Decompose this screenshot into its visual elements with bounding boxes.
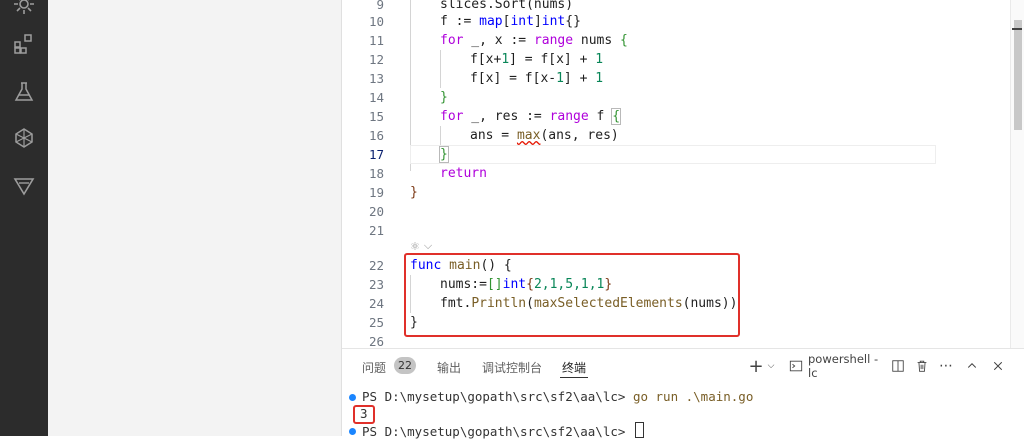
line-number: 11 xyxy=(368,33,384,48)
line-number: 14 xyxy=(368,90,384,105)
code-line: } xyxy=(440,90,448,105)
indent-guide xyxy=(440,50,441,88)
indent-guide xyxy=(440,126,441,145)
codelens[interactable]: ⚛ ⌵ xyxy=(410,239,432,253)
terminal-icon xyxy=(788,355,804,377)
annotation-highlight-box xyxy=(404,253,740,337)
extensions-icon[interactable] xyxy=(10,30,38,58)
testing-icon[interactable] xyxy=(10,78,38,106)
code-line: return xyxy=(440,166,487,181)
code-line: for _, res := range f { xyxy=(440,108,622,125)
terminal-line: PS D:\mysetup\gopath\src\sf2\aa\lc> go r… xyxy=(362,389,754,404)
tab-terminal[interactable]: 终端 xyxy=(562,359,586,376)
line-number: 13 xyxy=(368,71,384,86)
code-line: f[x] = f[x-1] + 1 xyxy=(470,71,604,86)
sidebar xyxy=(48,0,342,436)
tab-problems[interactable]: 问题 xyxy=(362,359,386,376)
tab-debug-console[interactable]: 调试控制台 xyxy=(482,359,542,376)
code-line: f[x+1] = f[x] + 1 xyxy=(470,52,604,67)
line-number-current: 17 xyxy=(368,147,384,162)
code-line: } xyxy=(439,146,449,163)
line-number: 21 xyxy=(368,223,384,238)
line-number: 22 xyxy=(368,258,384,273)
settings-icon[interactable] xyxy=(10,0,38,18)
current-line-highlight xyxy=(410,145,936,164)
line-number: 20 xyxy=(368,204,384,219)
maximize-panel-icon[interactable] xyxy=(964,355,980,377)
line-number: 19 xyxy=(368,185,384,200)
source-control-graph-icon[interactable] xyxy=(10,124,38,152)
trash-icon[interactable] xyxy=(914,355,930,377)
code-line: f := map[int]int{} xyxy=(440,14,581,29)
problems-count-badge: 22 xyxy=(394,357,416,374)
active-tab-indicator xyxy=(560,377,588,378)
bottom-panel: 问题 22 输出 调试控制台 终端 + ⌵ powershell - lc ⋯ … xyxy=(342,348,1024,439)
tab-output[interactable]: 输出 xyxy=(437,359,461,376)
code-line: for _, x := range nums { xyxy=(440,33,628,48)
code-line: } xyxy=(410,185,418,200)
code-editor[interactable]: 9 10 11 12 13 14 15 16 17 18 19 20 21 22… xyxy=(342,0,1010,348)
line-number: 18 xyxy=(368,166,384,181)
split-terminal-icon[interactable] xyxy=(890,355,906,377)
filter-icon[interactable] xyxy=(10,172,38,200)
terminal-shell-selector[interactable]: powershell - lc xyxy=(808,352,888,380)
line-number: 16 xyxy=(368,128,384,143)
command-decoration-icon[interactable] xyxy=(349,394,356,401)
line-number: 12 xyxy=(368,52,384,67)
command-decoration-icon[interactable] xyxy=(349,428,356,435)
close-icon[interactable] xyxy=(990,355,1006,377)
line-number: 23 xyxy=(368,277,384,292)
chevron-down-icon[interactable]: ⌵ xyxy=(766,355,776,377)
run-icon[interactable]: ⚛ xyxy=(410,240,420,253)
line-number: 24 xyxy=(368,296,384,311)
terminal-line[interactable]: PS D:\mysetup\gopath\src\sf2\aa\lc> xyxy=(362,422,644,440)
line-number: 15 xyxy=(368,109,384,124)
scrollbar-thumb[interactable] xyxy=(1014,20,1022,130)
code-line: ans = max(ans, res) xyxy=(470,128,619,143)
more-actions-icon[interactable]: ⋯ xyxy=(938,355,954,377)
line-number: 26 xyxy=(368,334,384,348)
max-call-with-error: max xyxy=(516,128,541,143)
new-terminal-icon[interactable]: + xyxy=(748,355,764,377)
activity-bar xyxy=(0,0,48,436)
scrollbar-marker xyxy=(1012,28,1022,30)
chevron-down-icon[interactable]: ⌵ xyxy=(424,239,432,253)
line-number: 10 xyxy=(368,14,384,29)
line-number: 25 xyxy=(368,315,384,330)
